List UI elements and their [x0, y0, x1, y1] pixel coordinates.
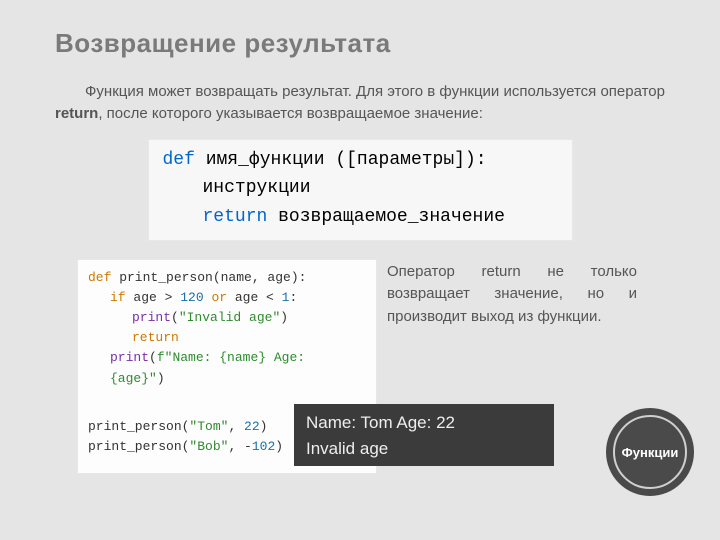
syntax-line-2: инструкции	[163, 174, 558, 203]
kw-return: return	[203, 207, 268, 227]
page-title: Возвращение результата	[55, 28, 665, 59]
t: )	[275, 439, 283, 454]
t: ,	[228, 419, 244, 434]
syntax-rest-1: имя_функции ([параметры]):	[195, 150, 487, 170]
kw: or	[211, 290, 227, 305]
str: "Invalid age"	[179, 310, 280, 325]
t: age <	[227, 290, 282, 305]
syntax-box: def имя_функции ([параметры]): инструкци…	[148, 139, 573, 241]
n: 22	[244, 419, 260, 434]
code-blank	[88, 389, 366, 403]
pfx: f	[157, 350, 165, 365]
t: , -	[228, 439, 251, 454]
intro-bold: return	[55, 105, 98, 122]
output-l1: Name: Tom Age: 22	[306, 410, 542, 436]
t: print_person(name, age):	[111, 270, 306, 285]
syntax-line-1: def имя_функции ([параметры]):	[163, 146, 558, 175]
kw-def: def	[163, 150, 195, 170]
t: age >	[126, 290, 181, 305]
fn: print	[132, 310, 171, 325]
syntax-rest-3: возвращаемое_значение	[267, 207, 505, 227]
output-l2: Invalid age	[306, 436, 542, 462]
intro-pre: Функция может возвращать результат. Для …	[85, 83, 665, 100]
t: )	[157, 371, 165, 386]
n: 102	[252, 439, 275, 454]
code-l3: print("Invalid age")	[88, 308, 366, 328]
code-l5: print(f"Name: {name} Age: {age}")	[88, 348, 366, 388]
t: )	[280, 310, 288, 325]
t: )	[260, 419, 268, 434]
intro-paragraph: Функция может возвращать результат. Для …	[55, 81, 665, 125]
t: :	[289, 290, 297, 305]
intro-post: , после которого указывается возвращаемо…	[98, 105, 483, 122]
side-note: Оператор return не только возвращает зна…	[387, 259, 637, 329]
code-l2: if age > 120 or age < 1:	[88, 288, 366, 308]
fn: print	[110, 350, 149, 365]
kw: if	[110, 290, 126, 305]
kw: def	[88, 270, 111, 285]
code-l4: return	[88, 328, 366, 348]
code-l1: def print_person(name, age):	[88, 270, 306, 285]
t: print_person(	[88, 439, 189, 454]
syntax-line-3: return возвращаемое_значение	[163, 203, 558, 232]
str: "Tom"	[189, 419, 228, 434]
output-box: Name: Tom Age: 22 Invalid age	[294, 404, 554, 466]
str: "Bob"	[189, 439, 228, 454]
t: (	[171, 310, 179, 325]
kw: return	[132, 330, 179, 345]
t: (	[149, 350, 157, 365]
t: print_person(	[88, 419, 189, 434]
badge-label: Функции	[613, 415, 687, 489]
footer-badge: Функции	[606, 408, 694, 496]
n: 120	[180, 290, 203, 305]
